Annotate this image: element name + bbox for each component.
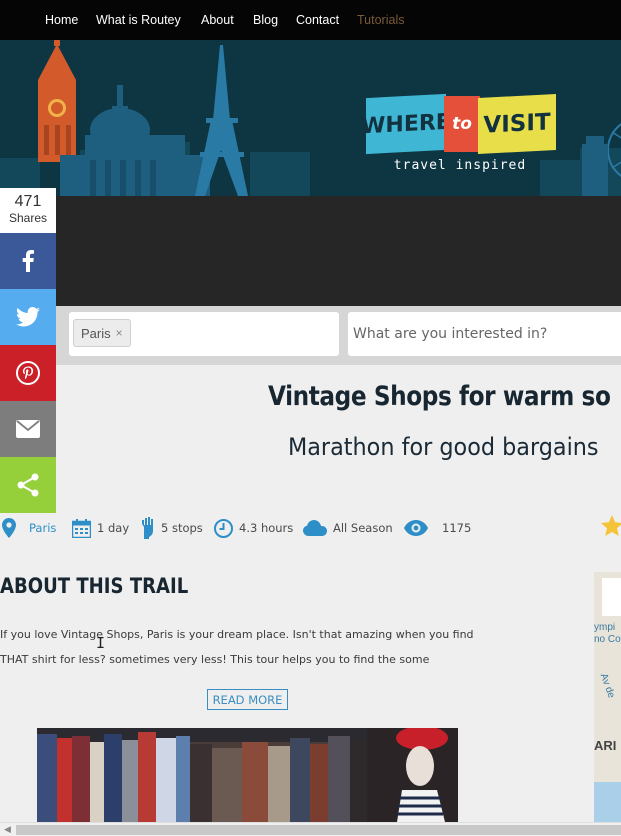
email-icon (16, 420, 40, 438)
clock-icon (214, 518, 233, 538)
pinterest-icon (16, 361, 40, 385)
meta-views: 1175 (404, 515, 471, 541)
map-label: ARI (594, 738, 617, 753)
facebook-icon (22, 250, 34, 272)
shop-photo (37, 728, 458, 822)
hero-banner: WHERE to VISIT travel inspired (0, 40, 621, 196)
twitter-share-button[interactable] (0, 289, 56, 345)
horizontal-scrollbar[interactable]: ◀ (0, 822, 621, 836)
meta-location[interactable]: Paris (2, 515, 56, 541)
meta-duration: 1 day (72, 515, 129, 541)
meta-hours-label: 4.3 hours (239, 521, 294, 535)
logo-visit: VISIT (478, 93, 556, 155)
about-heading: ABOUT THIS TRAIL (0, 574, 189, 598)
logo-tagline: travel inspired (393, 158, 527, 173)
share-count-label: Shares (8, 211, 48, 225)
share-count-number: 471 (14, 193, 42, 210)
nav-blog[interactable]: Blog (253, 13, 278, 27)
share-icon (17, 473, 39, 497)
interest-search-input[interactable] (348, 312, 621, 356)
about-text: If you love Vintage Shops, Paris is your… (0, 628, 474, 666)
map-control[interactable] (602, 578, 621, 616)
nav-about[interactable]: About (201, 13, 234, 27)
logo-where: WHERE (361, 93, 451, 155)
top-nav: Home What is Routey About Blog Contact T… (0, 0, 621, 40)
scroll-left-icon[interactable]: ◀ (4, 825, 11, 835)
meta-stops: 5 stops (141, 515, 203, 541)
nav-tutorials[interactable]: Tutorials (357, 13, 404, 27)
read-more-button[interactable]: READ MORE (207, 689, 288, 710)
logo-to: to (444, 96, 480, 152)
map-label: no Co (594, 634, 621, 645)
email-share-button[interactable] (0, 401, 56, 457)
meta-hours: 4.3 hours (214, 515, 293, 541)
map-label: Av de (597, 672, 617, 700)
location-tag-label: Paris (81, 325, 111, 341)
text-cursor-icon: I (96, 634, 106, 652)
meta-location-label: Paris (29, 521, 57, 535)
meta-duration-label: 1 day (97, 521, 130, 535)
where-to-visit-logo[interactable]: WHERE to VISIT (361, 93, 556, 156)
remove-tag-icon[interactable]: × (116, 326, 123, 340)
map-label: ympi (594, 622, 616, 633)
page: Home What is Routey About Blog Contact T… (0, 0, 621, 836)
trail-title: Vintage Shops for warm so (268, 381, 611, 412)
calendar-icon (72, 518, 91, 538)
location-pin-icon (2, 518, 16, 538)
map-panel[interactable]: ympi no Co Av de ARI (594, 572, 621, 822)
scrollbar-thumb[interactable] (16, 825, 621, 835)
vintage-shop-image (37, 728, 458, 822)
cloud-icon (303, 520, 327, 536)
twitter-icon (16, 307, 40, 327)
trail-subtitle: Marathon for good bargains (288, 433, 599, 461)
meta-season-label: All Season (333, 521, 393, 535)
meta-season: All Season (303, 515, 393, 541)
location-field[interactable]: Paris × (69, 312, 339, 356)
eye-icon (404, 520, 428, 536)
share-count: 471 Shares (0, 188, 56, 233)
location-tag[interactable]: Paris × (73, 319, 131, 347)
share-sidebar: 471 Shares (0, 188, 56, 513)
meta-stops-label: 5 stops (161, 521, 203, 535)
dark-panel (56, 196, 621, 306)
search-bar: Paris × (56, 306, 621, 365)
star-rating-icon[interactable] (600, 514, 621, 538)
nav-home[interactable]: Home (45, 13, 78, 27)
hand-icon (142, 517, 153, 539)
nav-what-is-routey[interactable]: What is Routey (96, 13, 181, 27)
pinterest-share-button[interactable] (0, 345, 56, 401)
map-water (594, 782, 621, 822)
meta-views-label: 1175 (442, 521, 472, 535)
facebook-share-button[interactable] (0, 233, 56, 289)
nav-contact[interactable]: Contact (296, 13, 339, 27)
more-share-button[interactable] (0, 457, 56, 513)
